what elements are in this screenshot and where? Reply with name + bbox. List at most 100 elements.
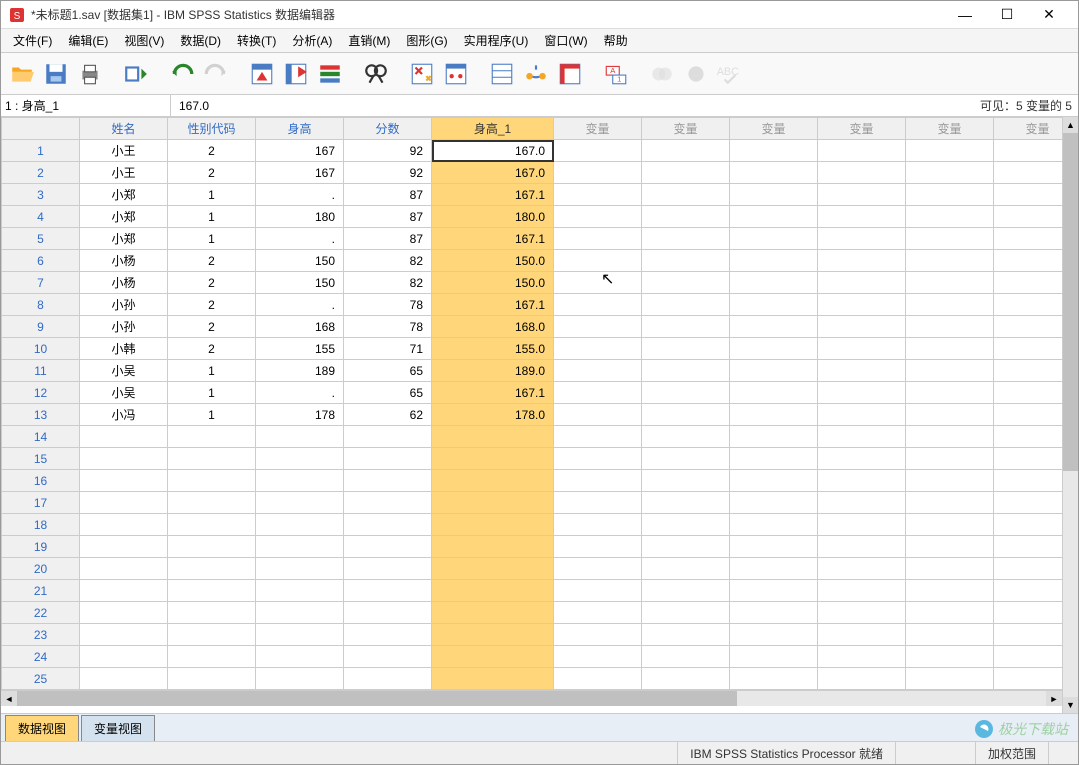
col-header-height1[interactable]: 身高_1	[432, 118, 554, 140]
cell-empty[interactable]	[994, 162, 1063, 184]
minimize-button[interactable]: —	[944, 2, 986, 28]
menu-file[interactable]: 文件(F)	[5, 30, 60, 51]
cell-height1[interactable]: 150.0	[432, 272, 554, 294]
row-header[interactable]: 4	[2, 206, 80, 228]
cell-empty[interactable]	[554, 162, 642, 184]
row-header[interactable]: 12	[2, 382, 80, 404]
cell-sex[interactable]: 2	[168, 294, 256, 316]
cell-score[interactable]: 78	[344, 294, 432, 316]
undo-button[interactable]	[167, 59, 197, 89]
col-header-empty[interactable]: 变量	[818, 118, 906, 140]
cell-empty[interactable]	[818, 602, 906, 624]
cell-empty[interactable]	[994, 316, 1063, 338]
cell-empty[interactable]	[818, 228, 906, 250]
cell-empty[interactable]	[818, 624, 906, 646]
cell-height1[interactable]: 167.1	[432, 294, 554, 316]
cell-empty[interactable]	[432, 624, 554, 646]
cell-reference[interactable]: 1 : 身高_1	[1, 95, 171, 116]
cell-empty[interactable]	[730, 338, 818, 360]
cell-empty[interactable]	[906, 140, 994, 162]
cell-sex[interactable]: 2	[168, 338, 256, 360]
cell-empty[interactable]	[344, 580, 432, 602]
cell-empty[interactable]	[642, 140, 730, 162]
table-row[interactable]: 10小韩215571155.0	[2, 338, 1063, 360]
cell-empty[interactable]	[994, 404, 1063, 426]
table-row[interactable]: 7小杨215082150.0	[2, 272, 1063, 294]
cell-height[interactable]: .	[256, 294, 344, 316]
cell-height[interactable]: .	[256, 228, 344, 250]
cell-empty[interactable]	[730, 206, 818, 228]
scroll-up-button[interactable]: ▲	[1063, 117, 1078, 133]
menu-view[interactable]: 视图(V)	[116, 30, 172, 51]
cell-empty[interactable]	[168, 426, 256, 448]
cell-score[interactable]: 87	[344, 184, 432, 206]
cell-empty[interactable]	[344, 558, 432, 580]
cell-empty[interactable]	[554, 668, 642, 690]
cell-empty[interactable]	[906, 448, 994, 470]
open-button[interactable]	[7, 59, 37, 89]
menu-analyze[interactable]: 分析(A)	[284, 30, 340, 51]
cell-empty[interactable]	[554, 558, 642, 580]
cell-empty[interactable]	[730, 536, 818, 558]
cell-empty[interactable]	[344, 514, 432, 536]
cell-empty[interactable]	[906, 426, 994, 448]
cell-empty[interactable]	[906, 162, 994, 184]
menu-window[interactable]: 窗口(W)	[536, 30, 595, 51]
row-header[interactable]: 13	[2, 404, 80, 426]
cell-empty[interactable]	[994, 140, 1063, 162]
cell-empty[interactable]	[256, 536, 344, 558]
cell-empty[interactable]	[642, 470, 730, 492]
cell-empty[interactable]	[994, 602, 1063, 624]
scroll-down-button[interactable]: ▼	[1063, 697, 1078, 713]
cell-sex[interactable]: 2	[168, 140, 256, 162]
cell-empty[interactable]	[818, 140, 906, 162]
cell-empty[interactable]	[554, 536, 642, 558]
cell-empty[interactable]	[168, 602, 256, 624]
cell-empty[interactable]	[730, 360, 818, 382]
weight-button[interactable]	[521, 59, 551, 89]
cell-empty[interactable]	[730, 228, 818, 250]
col-header-empty[interactable]: 变量	[554, 118, 642, 140]
cell-empty[interactable]	[818, 426, 906, 448]
cell-empty[interactable]	[818, 184, 906, 206]
row-header[interactable]: 19	[2, 536, 80, 558]
cell-empty[interactable]	[730, 558, 818, 580]
row-header[interactable]: 6	[2, 250, 80, 272]
cell-empty[interactable]	[906, 536, 994, 558]
cell-empty[interactable]	[906, 602, 994, 624]
cell-empty[interactable]	[906, 558, 994, 580]
cell-empty[interactable]	[256, 470, 344, 492]
cell-empty[interactable]	[80, 624, 168, 646]
cell-empty[interactable]	[344, 536, 432, 558]
cell-empty[interactable]	[642, 338, 730, 360]
cell-empty[interactable]	[642, 646, 730, 668]
cell-empty[interactable]	[256, 448, 344, 470]
table-row[interactable]: 15	[2, 448, 1063, 470]
cell-empty[interactable]	[554, 470, 642, 492]
table-row[interactable]: 9小孙216878168.0	[2, 316, 1063, 338]
cell-name[interactable]: 小王	[80, 162, 168, 184]
cell-score[interactable]: 92	[344, 140, 432, 162]
cell-empty[interactable]	[642, 294, 730, 316]
cell-empty[interactable]	[256, 426, 344, 448]
cell-empty[interactable]	[80, 646, 168, 668]
table-row[interactable]: 1小王216792167.0	[2, 140, 1063, 162]
cell-empty[interactable]	[432, 426, 554, 448]
cell-score[interactable]: 65	[344, 382, 432, 404]
cell-empty[interactable]	[554, 492, 642, 514]
cell-empty[interactable]	[818, 514, 906, 536]
scroll-right-button[interactable]: ►	[1046, 691, 1062, 706]
cell-empty[interactable]	[256, 558, 344, 580]
cell-empty[interactable]	[642, 316, 730, 338]
table-row[interactable]: 14	[2, 426, 1063, 448]
cell-empty[interactable]	[554, 426, 642, 448]
tab-data-view[interactable]: 数据视图	[5, 715, 79, 741]
cell-empty[interactable]	[818, 162, 906, 184]
cell-empty[interactable]	[994, 184, 1063, 206]
cell-empty[interactable]	[730, 492, 818, 514]
row-header[interactable]: 22	[2, 602, 80, 624]
cell-height[interactable]: 155	[256, 338, 344, 360]
variables-button[interactable]	[315, 59, 345, 89]
cell-name[interactable]: 小王	[80, 140, 168, 162]
cell-empty[interactable]	[642, 162, 730, 184]
